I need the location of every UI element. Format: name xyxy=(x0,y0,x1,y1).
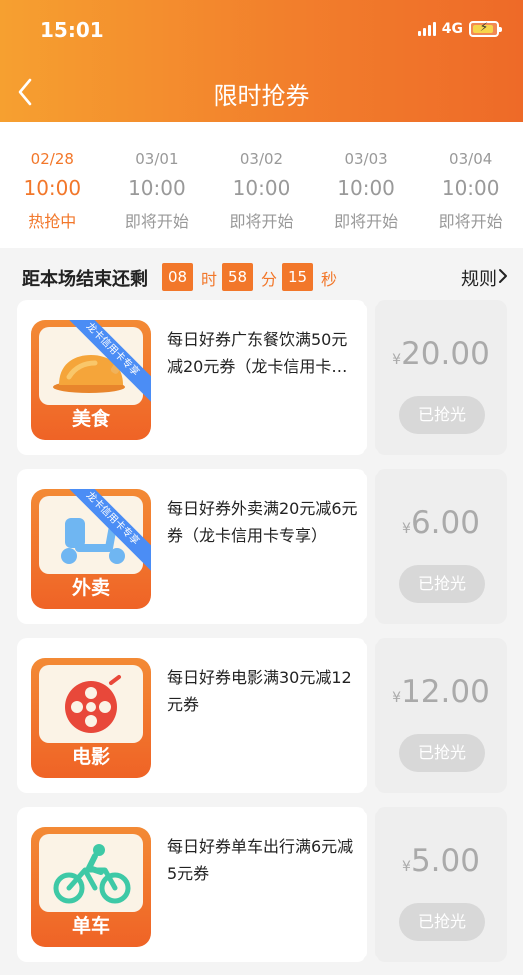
price-amount: 20.00 xyxy=(401,336,490,372)
coupon-title: 每日好券电影满30元减12元券 xyxy=(167,668,352,714)
session-tab[interactable]: 03/01 10:00 即将开始 xyxy=(105,122,210,248)
coupon-price: ¥12.00 xyxy=(375,674,507,710)
coupon-card: 龙卡信用卡专享 外卖 每日好券外卖满20元减6元券（龙卡信用卡专享） ¥6.00… xyxy=(17,461,507,632)
coupon-price: ¥5.00 xyxy=(375,843,507,879)
session-status: 热抢中 xyxy=(28,212,77,231)
chevron-right-icon[interactable] xyxy=(497,268,509,284)
coupon-body[interactable]: 电影 每日好券电影满30元减12元券 xyxy=(17,638,367,793)
coupon-title: 每日好券广东餐饮满50元减20元券（龙卡信用卡专享） xyxy=(167,330,348,376)
session-tab[interactable]: 02/28 10:00 热抢中 xyxy=(0,122,105,248)
category-icon-area xyxy=(39,834,143,912)
coupon-price-panel: ¥5.00 已抢光 xyxy=(375,807,507,962)
session-date: 03/03 xyxy=(344,150,388,168)
coupon-body[interactable]: 龙卡信用卡专享 美食 每日好券广东餐饮满50元减20元券（龙卡信用卡专享） xyxy=(17,300,367,455)
countdown-hours-unit: 时 xyxy=(201,270,218,289)
category-icon-area xyxy=(39,665,143,743)
coupon-body[interactable]: 单车 每日好券单车出行满6元减5元券 xyxy=(17,807,367,962)
rules-link[interactable]: 规则 xyxy=(461,265,497,291)
status-time: 15:01 xyxy=(40,18,104,42)
session-status: 即将开始 xyxy=(124,212,189,231)
price-amount: 12.00 xyxy=(401,674,490,710)
coupon-title: 每日好券单车出行满6元减5元券 xyxy=(167,837,354,883)
page-title: 限时抢券 xyxy=(213,82,310,110)
coupon-price: ¥6.00 xyxy=(375,505,507,541)
status-indicators: 4G ⚡ xyxy=(417,20,502,37)
category-badge: 电影 xyxy=(31,658,151,778)
coupon-price-panel: ¥20.00 已抢光 xyxy=(375,300,507,455)
app-header: 15:01 4G ⚡ 限时抢券 xyxy=(0,0,523,122)
session-tab[interactable]: 03/04 10:00 即将开始 xyxy=(418,122,523,248)
coupon-card: 龙卡信用卡专享 美食 每日好券广东餐饮满50元减20元券（龙卡信用卡专享） ¥2… xyxy=(17,292,507,463)
currency-symbol: ¥ xyxy=(392,690,402,706)
coupon-price-panel: ¥6.00 已抢光 xyxy=(375,469,507,624)
session-time: 10:00 xyxy=(128,176,186,200)
session-date: 03/01 xyxy=(135,150,179,168)
session-time: 10:00 xyxy=(337,176,395,200)
notch xyxy=(363,954,379,970)
category-label: 外卖 xyxy=(71,577,110,599)
session-tab[interactable]: 03/03 10:00 即将开始 xyxy=(314,122,419,248)
category-badge: 龙卡信用卡专享 美食 xyxy=(31,320,151,440)
session-status: 即将开始 xyxy=(229,212,294,231)
sold-out-button[interactable]: 已抢光 xyxy=(399,903,485,941)
currency-symbol: ¥ xyxy=(402,521,411,537)
sold-out-button[interactable]: 已抢光 xyxy=(399,396,485,434)
network-type: 4G xyxy=(441,21,463,37)
currency-symbol: ¥ xyxy=(392,352,402,368)
session-time: 10:00 xyxy=(23,176,82,200)
film-reel-icon xyxy=(65,675,121,733)
session-time: 10:00 xyxy=(232,176,291,200)
countdown-minutes: 58 xyxy=(222,263,254,291)
coupon-title: 每日好券外卖满20元减6元券（龙卡信用卡专享） xyxy=(167,499,358,545)
countdown-hours: 08 xyxy=(162,263,194,291)
session-date: 03/02 xyxy=(239,150,284,168)
countdown-label: 距本场结束还剩 xyxy=(22,269,148,290)
coupon-card: 电影 每日好券电影满30元减12元券 ¥12.00 已抢光 xyxy=(17,630,507,801)
sold-out-button[interactable]: 已抢光 xyxy=(399,734,485,772)
category-label: 单车 xyxy=(71,915,110,937)
countdown-seconds-unit: 秒 xyxy=(321,270,338,289)
category-badge: 单车 xyxy=(31,827,151,947)
countdown-minutes-unit: 分 xyxy=(261,270,278,289)
session-tab[interactable]: 03/02 10:00 即将开始 xyxy=(209,122,314,248)
coupon-price-panel: ¥12.00 已抢光 xyxy=(375,638,507,793)
notch xyxy=(363,799,379,815)
coupon-price: ¥20.00 xyxy=(375,336,507,372)
session-date: 02/28 xyxy=(30,150,74,168)
notch xyxy=(363,292,379,308)
currency-symbol: ¥ xyxy=(402,859,411,875)
battery-icon: ⚡ xyxy=(469,20,502,37)
category-label: 美食 xyxy=(71,408,110,430)
session-status: 即将开始 xyxy=(334,212,399,231)
category-label: 电影 xyxy=(71,746,110,768)
countdown-seconds: 15 xyxy=(282,263,314,291)
countdown-bar: 距本场结束还剩 08 时 58 分 15 秒 规则 xyxy=(0,248,523,300)
price-amount: 5.00 xyxy=(410,843,480,879)
bicycle-icon xyxy=(53,844,131,904)
coupon-body[interactable]: 龙卡信用卡专享 外卖 每日好券外卖满20元减6元券（龙卡信用卡专享） xyxy=(17,469,367,624)
coupon-card: 单车 每日好券单车出行满6元减5元券 ¥5.00 已抢光 xyxy=(17,799,507,970)
session-date: 03/04 xyxy=(449,150,493,168)
notch xyxy=(363,630,379,646)
category-badge: 龙卡信用卡专享 外卖 xyxy=(31,489,151,609)
session-time: 10:00 xyxy=(441,176,500,200)
session-status: 即将开始 xyxy=(438,212,503,231)
session-tabs: 02/28 10:00 热抢中 03/01 10:00 即将开始 03/02 1… xyxy=(0,122,523,248)
notch xyxy=(363,461,379,477)
sold-out-button[interactable]: 已抢光 xyxy=(399,565,485,603)
signal-icon xyxy=(417,22,436,36)
price-amount: 6.00 xyxy=(410,505,480,541)
